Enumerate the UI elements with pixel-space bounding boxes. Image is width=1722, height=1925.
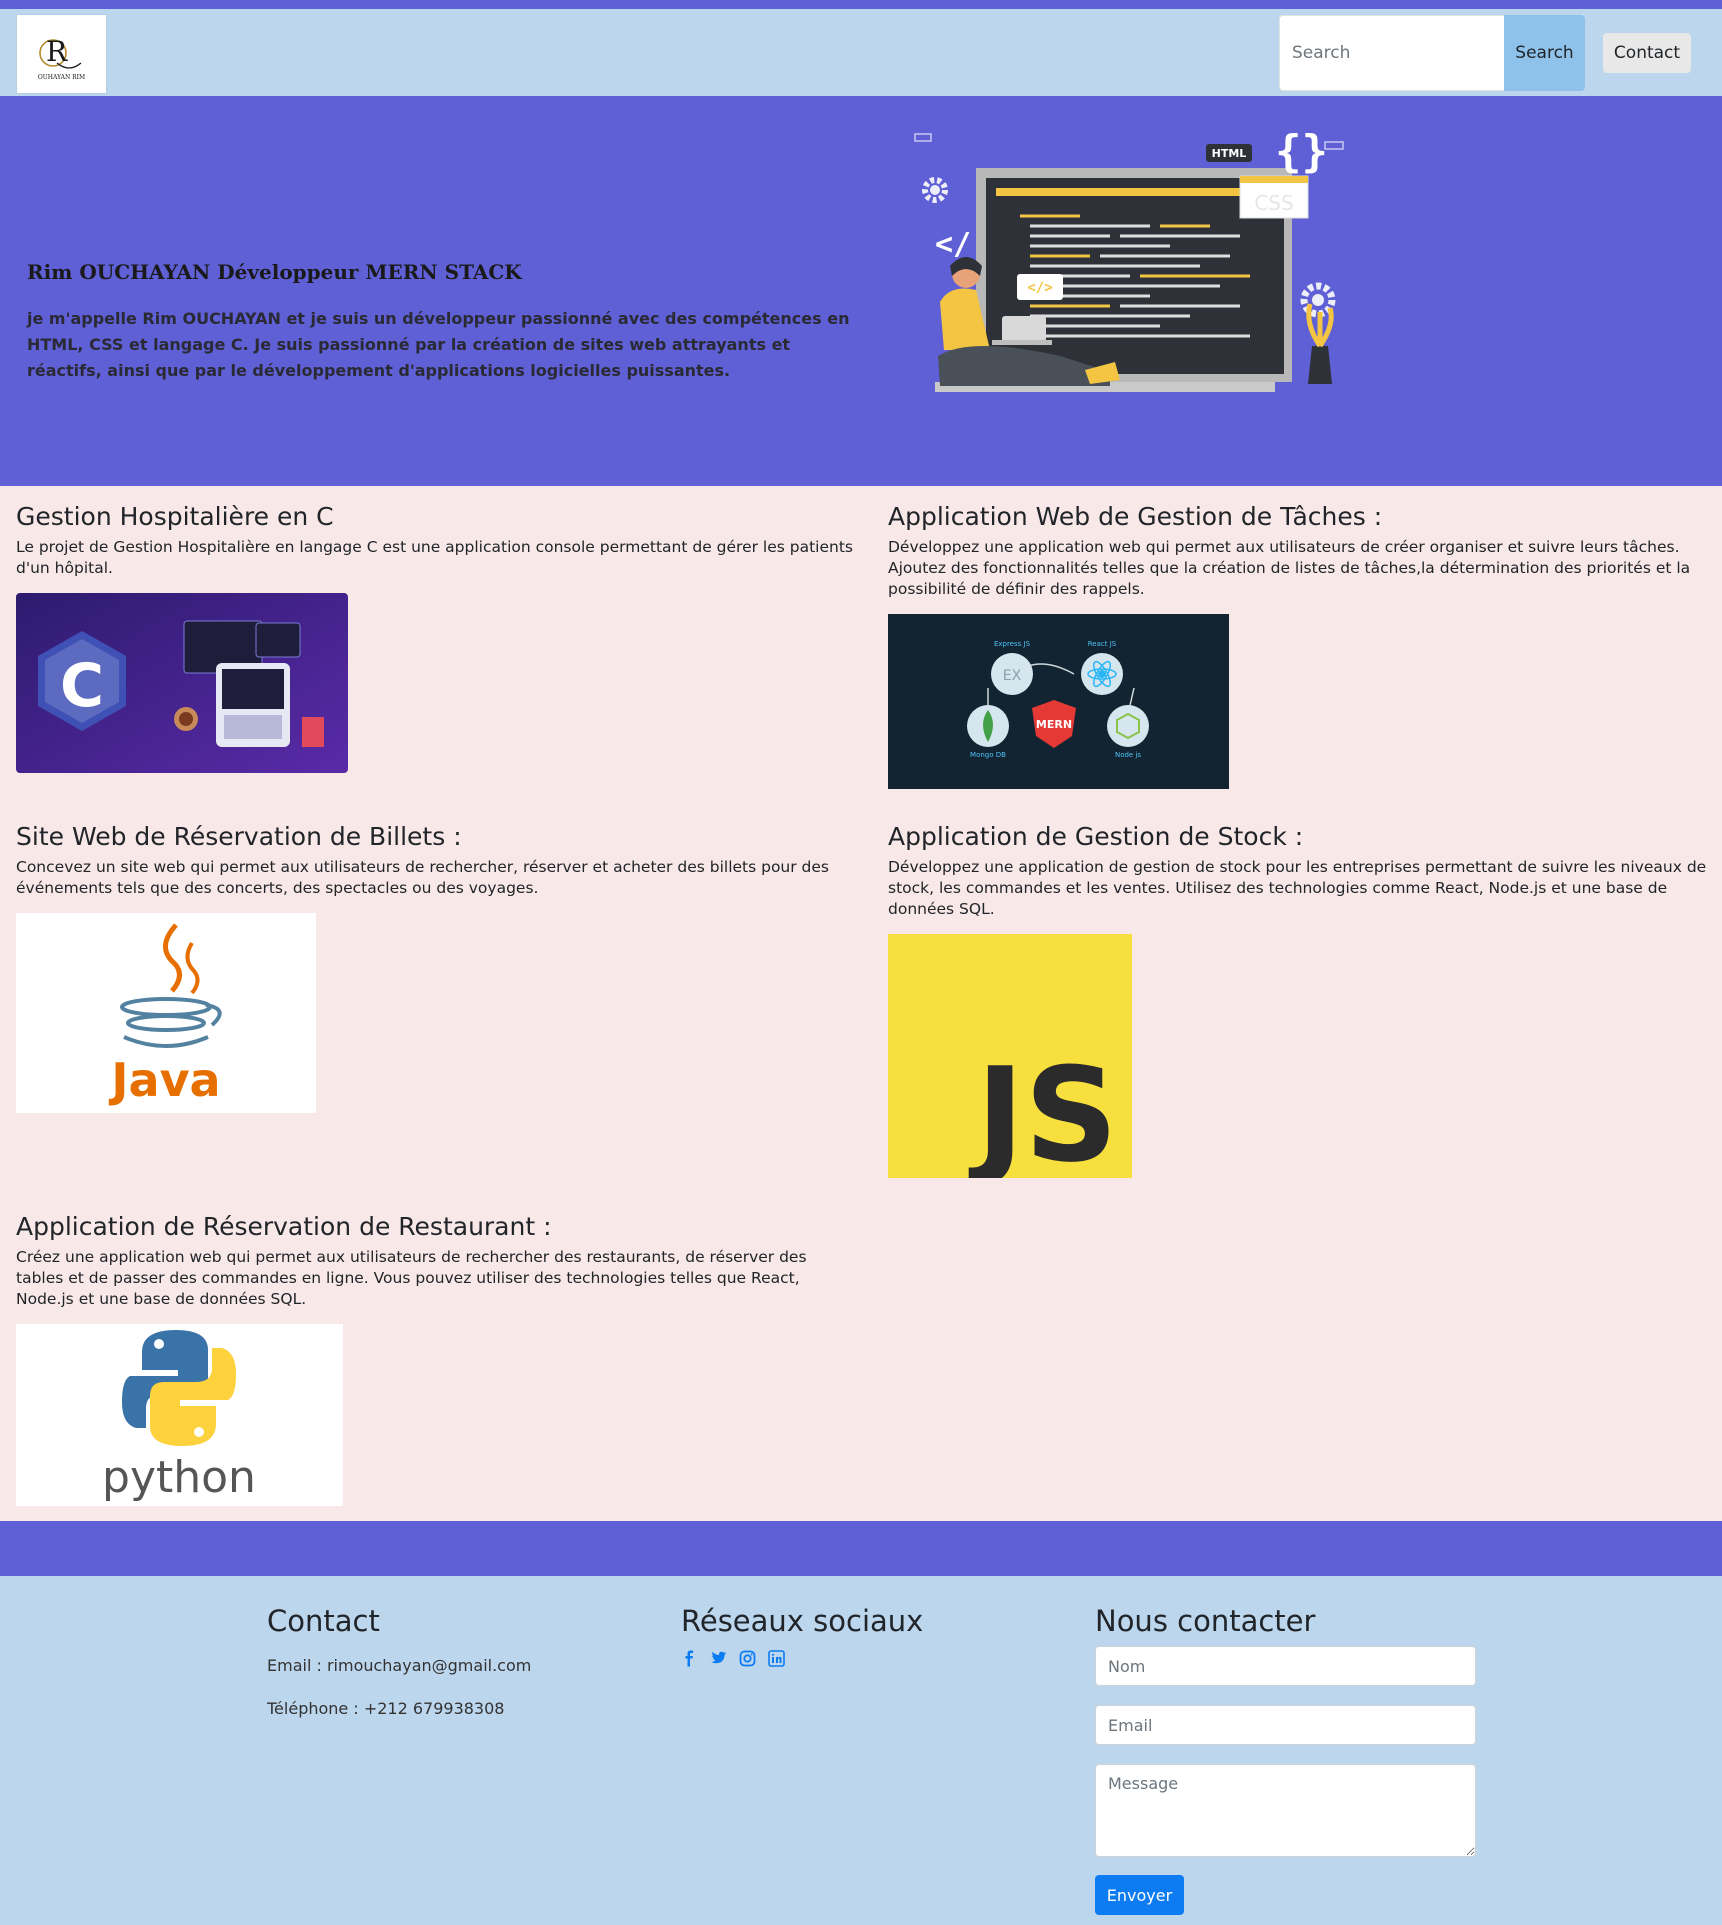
react-label: React JS	[1088, 640, 1117, 648]
social-icons	[681, 1650, 923, 1667]
hero-section: Rim OUCHAYAN Développeur MERN STACK je m…	[0, 96, 1722, 486]
project-description: Développez une application web qui perme…	[888, 538, 1691, 598]
top-stripe	[0, 0, 1722, 9]
instagram-icon[interactable]	[739, 1650, 756, 1667]
email-field[interactable]	[1095, 1705, 1476, 1745]
c-logo-label: C	[60, 651, 104, 721]
search-button[interactable]: Search	[1504, 15, 1585, 91]
mern-stack-image: EX MERN Express JS React JS Mongo DB Nod…	[888, 614, 1229, 789]
navbar: R OUHAYAN RIM Search Contact	[0, 9, 1722, 96]
logo[interactable]: R OUHAYAN RIM	[17, 15, 106, 93]
project-description: Concevez un site web qui permet aux util…	[16, 858, 830, 897]
java-image: Java	[16, 913, 316, 1113]
project-card: Application de Réservation de Restaurant…	[16, 1212, 856, 1310]
svg-text:{}: {}	[1275, 126, 1328, 177]
project-description: Développez une application de gestion de…	[888, 858, 1707, 918]
project-card: Site Web de Réservation de Billets : Con…	[16, 822, 856, 899]
project-title: Application de Réservation de Restaurant…	[16, 1212, 552, 1241]
twitter-icon[interactable]	[710, 1650, 727, 1667]
project-title: Site Web de Réservation de Billets :	[16, 822, 462, 851]
project-card: Application Web de Gestion de Tâches : D…	[888, 502, 1718, 600]
linkedin-icon[interactable]	[768, 1650, 785, 1667]
python-logo-label: python	[102, 1452, 256, 1503]
project-title: Application de Gestion de Stock :	[888, 822, 1304, 851]
mongo-label: Mongo DB	[970, 751, 1006, 759]
svg-text:</: </	[935, 227, 971, 262]
project-title: Gestion Hospitalière en C	[16, 502, 334, 531]
code-tag-label: </>	[1027, 280, 1052, 296]
express-short-label: EX	[1003, 668, 1022, 684]
contact-form-title: Nous contacter	[1095, 1604, 1316, 1638]
project-card: Gestion Hospitalière en C Le projet de G…	[16, 502, 856, 579]
logo-text: OUHAYAN RIM	[38, 74, 85, 81]
contact-form-column: Nous contacter Envoyer	[1095, 1604, 1476, 1915]
contact-email: Email : rimouchayan@gmail.com	[267, 1656, 532, 1675]
hero-description: je m'appelle Rim OUCHAYAN et je suis un …	[27, 309, 850, 380]
contact-column: Contact Email : rimouchayan@gmail.com Té…	[267, 1604, 531, 1718]
java-logo-label: Java	[108, 1053, 220, 1107]
project-title: Application Web de Gestion de Tâches :	[888, 502, 1383, 531]
social-column: Réseaux sociaux	[681, 1604, 923, 1667]
contact-title: Contact	[267, 1604, 380, 1638]
footer: Contact Email : rimouchayan@gmail.com Té…	[0, 1576, 1722, 1925]
developer-illustration: </ HTML CSS {} </>	[910, 124, 1350, 418]
python-image: python	[16, 1324, 343, 1506]
contact-phone: Téléphone : +212 679938308	[267, 1699, 505, 1718]
mern-label: MERN	[1036, 718, 1072, 731]
footer-band	[0, 1521, 1722, 1576]
c-language-image: C	[16, 593, 348, 773]
project-description: Le projet de Gestion Hospitalière en lan…	[16, 538, 853, 577]
express-label: Express JS	[994, 640, 1031, 648]
logo-icon: R OUHAYAN RIM	[38, 35, 85, 81]
send-button[interactable]: Envoyer	[1095, 1875, 1184, 1915]
message-field[interactable]	[1095, 1764, 1476, 1857]
contact-button[interactable]: Contact	[1603, 33, 1691, 73]
project-card: Application de Gestion de Stock : Dévelo…	[888, 822, 1718, 920]
node-label: Node js	[1115, 751, 1141, 759]
projects-section: Gestion Hospitalière en C Le projet de G…	[0, 486, 1722, 1521]
facebook-icon[interactable]	[681, 1650, 698, 1667]
html-badge-label: HTML	[1212, 147, 1247, 160]
social-title: Réseaux sociaux	[681, 1604, 924, 1638]
js-logo-label: JS	[968, 1039, 1118, 1178]
project-description: Créez une application web qui permet aux…	[16, 1248, 807, 1308]
hero-title: Rim OUCHAYAN Développeur MERN STACK	[27, 260, 522, 284]
name-field[interactable]	[1095, 1646, 1476, 1686]
search-input[interactable]	[1279, 15, 1504, 91]
javascript-image: JS	[888, 934, 1132, 1178]
css-window-label: CSS	[1254, 191, 1293, 215]
